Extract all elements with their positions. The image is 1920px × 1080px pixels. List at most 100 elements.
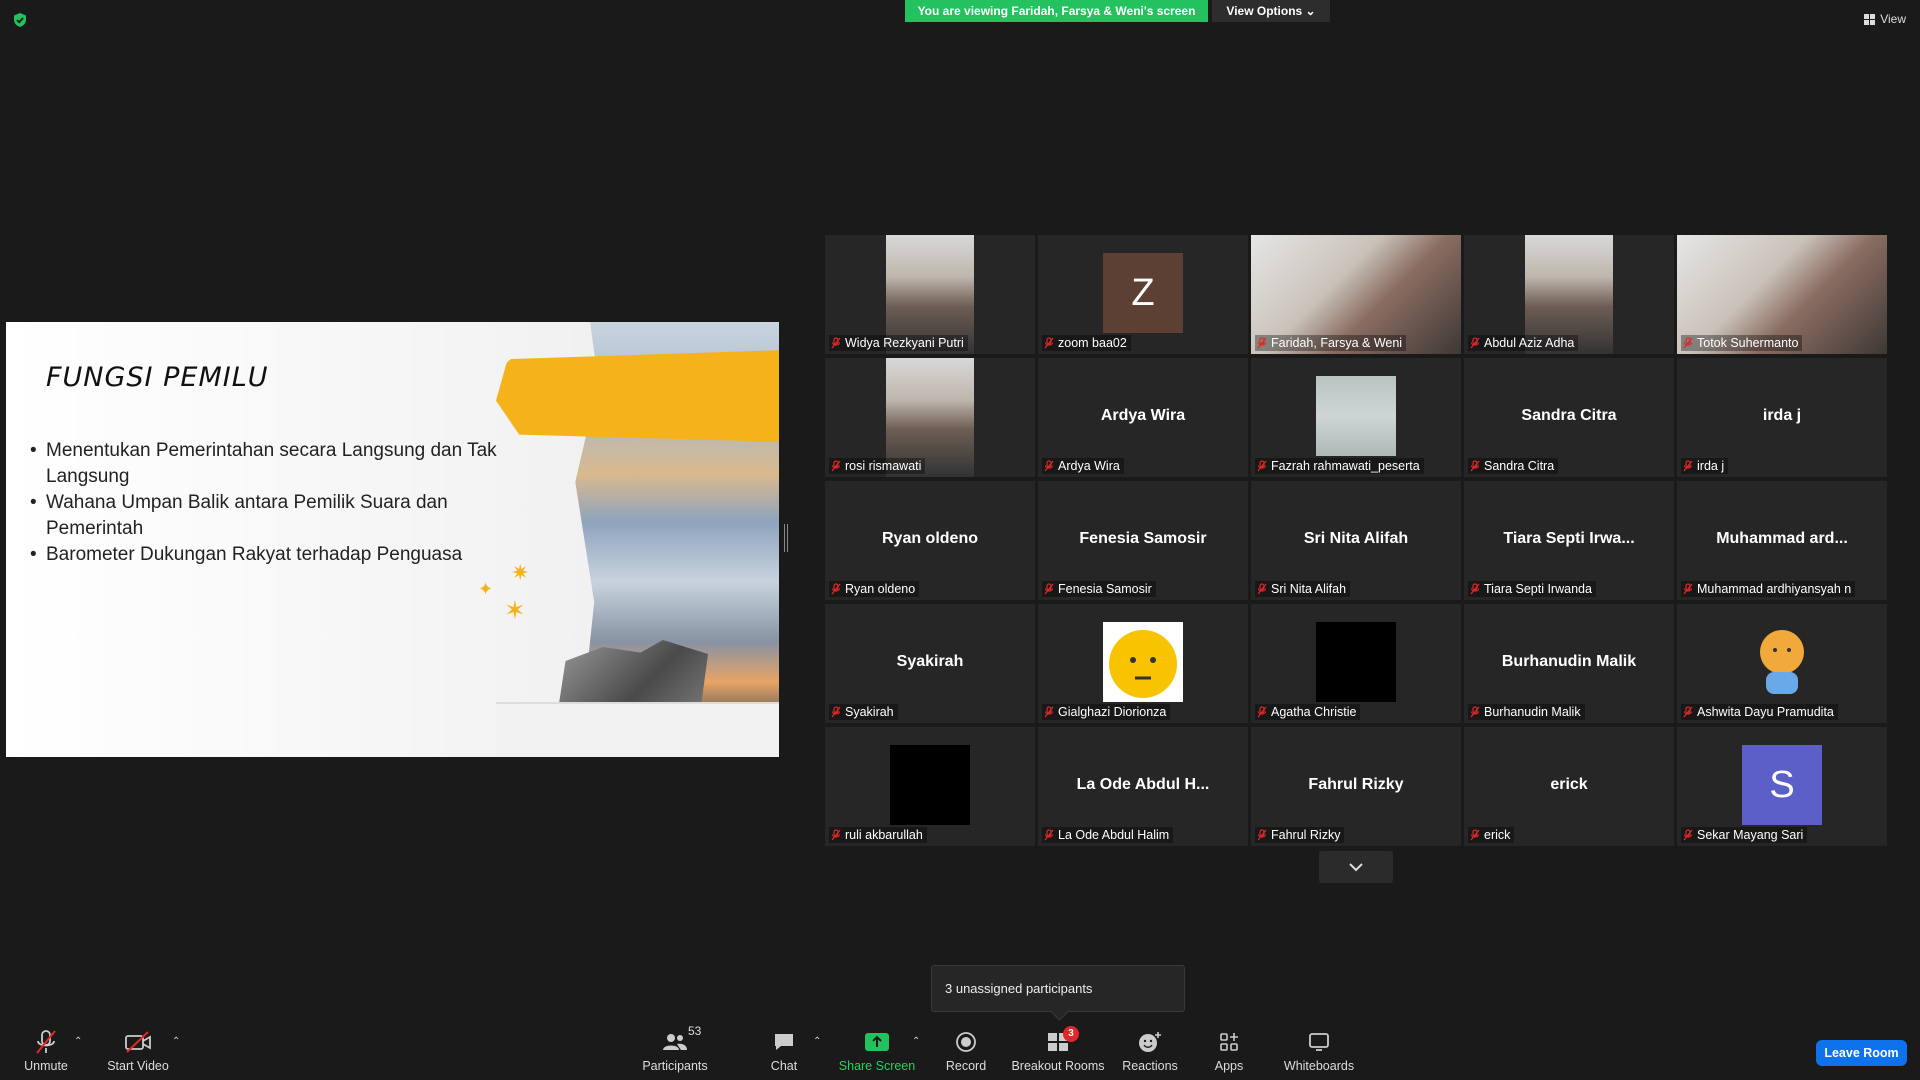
mic-muted-icon [1470,460,1480,472]
participant-center-name: Fahrul Rizky [1308,775,1404,793]
mic-muted-icon [1044,829,1054,841]
participant-tile[interactable]: Zzoom baa02 [1038,235,1248,354]
participant-name: Widya Rezkyani Putri [845,336,964,350]
sparkle-icon: ✶ [504,595,526,625]
participant-center-name: Fenesia Samosir [1079,529,1207,547]
participant-tile[interactable]: Fenesia Samosir Fenesia Samosir [1038,481,1248,600]
participant-tile[interactable]: erick erick [1464,727,1674,846]
participant-tile[interactable]: La Ode Abdul H... La Ode Abdul Halim [1038,727,1248,846]
participant-tile[interactable]: Widya Rezkyani Putri [825,235,1035,354]
participant-tile[interactable]: irda j irda j [1677,358,1887,477]
apps-icon [1219,1028,1239,1056]
chat-options-caret-icon[interactable]: ⌃ [813,1036,821,1047]
participant-name: ruli akbarullah [845,828,923,842]
participant-tile[interactable]: Faridah, Farsya & Weni [1251,235,1461,354]
participant-name: Agatha Christie [1271,705,1357,719]
mic-muted-icon [831,460,841,472]
whiteboards-label: Whiteboards [1283,1059,1355,1073]
participant-tile[interactable]: Ardya Wira Ardya Wira [1038,358,1248,477]
participant-tile[interactable]: Agatha Christie [1251,604,1461,723]
reactions-label: Reactions [1122,1059,1178,1073]
zoom-meeting-window: You are viewing Faridah, Farsya & Weni's… [0,0,1920,1080]
slide-bullet: Barometer Dukungan Rakyat terhadap Pengu… [28,542,528,568]
share-screen-button[interactable]: Share Screen [838,1028,916,1073]
participant-name-label: Ashwita Dayu Pramudita [1681,704,1838,720]
share-options-caret-icon[interactable]: ⌃ [912,1036,920,1047]
participant-center-name: Ryan oldeno [881,529,978,547]
mic-muted-icon [1470,829,1480,841]
participant-name: erick [1484,828,1511,842]
video-options-caret-icon[interactable]: ⌃ [172,1036,180,1047]
participant-tile[interactable]: Syakirah Syakirah [825,604,1035,723]
participant-tile[interactable]: Gialghazi Diorionza [1038,604,1248,723]
record-button[interactable]: Record [946,1028,986,1073]
shared-screen-slide: FUNGSI PEMILU Menentukan Pemerintahan se… [6,322,779,757]
slide-yellow-brush [496,350,779,442]
participant-name-label: irda j [1681,458,1729,474]
slide-paper-strip [496,702,779,757]
participant-tile[interactable]: Muhammad ard... Muhammad ardhiyansyah n [1677,481,1887,600]
view-button[interactable]: View [1864,12,1906,26]
participant-tile[interactable]: Ryan oldeno Ryan oldeno [825,481,1035,600]
breakout-rooms-button[interactable]: 3 Breakout Rooms [1011,1026,1105,1073]
participant-tile[interactable]: Ashwita Dayu Pramudita [1677,604,1887,723]
mic-muted-icon [1470,337,1480,349]
emoji-face-avatar [1103,622,1183,702]
mic-muted-icon [1683,829,1693,841]
breakout-rooms-label: Breakout Rooms [1011,1059,1105,1073]
participant-name-label: Totok Suhermanto [1681,335,1803,351]
smiley-plus-icon [1138,1028,1162,1056]
apps-button[interactable]: Apps [1214,1028,1244,1073]
breakout-count-badge: 3 [1063,1026,1079,1042]
reactions-button[interactable]: Reactions [1122,1028,1178,1073]
unmute-button[interactable]: Unmute [21,1028,71,1073]
participant-name: Gialghazi Diorionza [1058,705,1167,719]
mic-muted-icon [1470,706,1480,718]
initial-avatar: S [1742,745,1822,825]
next-page-button[interactable] [1319,851,1393,883]
participant-name: Tiara Septi Irwanda [1484,582,1592,596]
whiteboards-button[interactable]: Whiteboards [1284,1028,1354,1073]
breakout-rooms-icon: 3 [1047,1026,1079,1056]
chat-button[interactable]: Chat [764,1028,804,1073]
participant-name: rosi rismawati [845,459,922,473]
participant-name-label: zoom baa02 [1042,335,1131,351]
participant-tile[interactable]: rosi rismawati [825,358,1035,477]
participant-tile[interactable]: ruli akbarullah [825,727,1035,846]
participant-gallery: Widya Rezkyani Putri Zzoom baa02 Faridah, … [825,235,1887,846]
audio-options-caret-icon[interactable]: ⌃ [74,1036,82,1047]
slide-bullet: Menentukan Pemerintahan secara Langsung … [28,438,528,490]
participant-tile[interactable]: Tiara Septi Irwa... Tiara Septi Irwanda [1464,481,1674,600]
black-avatar [890,745,970,825]
participant-tile[interactable]: Sri Nita Alifah Sri Nita Alifah [1251,481,1461,600]
security-shield-icon[interactable] [12,12,28,28]
participant-tile[interactable]: Totok Suhermanto [1677,235,1887,354]
participant-name-label: ruli akbarullah [829,827,927,843]
start-video-button[interactable]: Start Video [106,1028,170,1073]
participant-tile[interactable]: Fahrul Rizky Fahrul Rizky [1251,727,1461,846]
participant-name-label: Fenesia Samosir [1042,581,1156,597]
participant-name-label: Burhanudin Malik [1468,704,1585,720]
mic-muted-icon [1683,337,1693,349]
participant-tile[interactable]: Fazrah rahmawati_peserta [1251,358,1461,477]
chevron-down-icon [1349,862,1363,871]
participant-name: Sri Nita Alifah [1271,582,1347,596]
participant-name-label: Muhammad ardhiyansyah n [1681,581,1856,597]
view-options-button[interactable]: View Options ⌄ [1212,0,1330,22]
participant-name-label: Ryan oldeno [829,581,920,597]
mic-muted-icon [1044,706,1054,718]
participant-name: Sandra Citra [1484,459,1555,473]
participant-tile[interactable]: Burhanudin Malik Burhanudin Malik [1464,604,1674,723]
participant-tile[interactable]: Sandra Citra Sandra Citra [1464,358,1674,477]
participant-center-name: Muhammad ard... [1716,529,1848,547]
share-screen-label: Share Screen [838,1059,916,1073]
unassigned-participants-tooltip[interactable]: 3 unassigned participants [931,965,1185,1012]
participant-tile[interactable]: Abdul Aziz Adha [1464,235,1674,354]
split-view-handle[interactable] [784,524,788,552]
participant-tile[interactable]: S Sekar Mayang Sari [1677,727,1887,846]
participants-button[interactable]: 53 Participants [640,1024,710,1073]
leave-room-button[interactable]: Leave Room [1816,1040,1907,1066]
participant-name-label: Faridah, Farsya & Weni [1255,335,1407,351]
participant-name: Fahrul Rizky [1271,828,1341,842]
participant-name: La Ode Abdul Halim [1058,828,1170,842]
